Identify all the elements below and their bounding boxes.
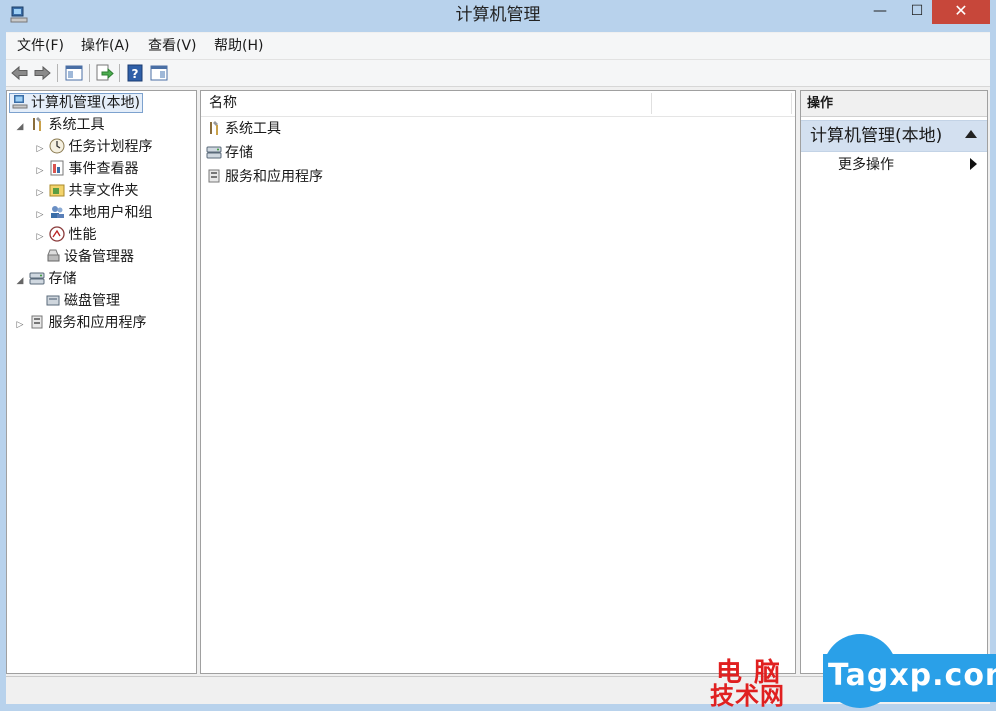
collapsed-arrow-icon[interactable]: ▷ <box>35 204 45 226</box>
console-tree-icon[interactable] <box>64 63 84 83</box>
export-list-icon[interactable] <box>94 63 114 83</box>
tree-item-event-viewer[interactable]: ▷ 事件查看器 <box>9 158 195 180</box>
collapsed-arrow-icon[interactable]: ▷ <box>35 182 45 204</box>
help-icon[interactable]: ? <box>125 63 145 83</box>
more-actions-item[interactable]: 更多操作 <box>838 155 894 175</box>
column-name[interactable]: 名称 <box>209 91 237 116</box>
collapsed-arrow-icon[interactable]: ▷ <box>35 138 45 160</box>
tree-item-label: 本地用户和组 <box>68 205 153 221</box>
tree-item-label: 共享文件夹 <box>68 183 139 199</box>
tree-item-performance[interactable]: ▷ 性能 <box>9 224 195 246</box>
tree-item-services-apps[interactable]: ▷ 服务和应用程序 <box>9 312 195 334</box>
tree-item-disk-management[interactable]: 磁盘管理 <box>9 290 195 312</box>
list-item[interactable]: 系统工具 <box>206 117 786 141</box>
list-item-label: 存储 <box>225 145 253 161</box>
column-header: 名称 <box>201 91 795 117</box>
collapsed-arrow-icon[interactable]: ▷ <box>35 160 45 182</box>
services-icon <box>208 169 220 183</box>
tree-root[interactable]: 计算机管理(本地) <box>9 92 195 114</box>
tree-item-storage[interactable]: ◢ 存储 <box>9 268 195 290</box>
list-item[interactable]: 存储 <box>206 141 786 165</box>
collapse-triangle-icon[interactable] <box>965 130 977 138</box>
storage-icon <box>29 272 45 285</box>
tree-item-local-users[interactable]: ▷ 本地用户和组 <box>9 202 195 224</box>
console-tree: 计算机管理(本地) ◢ 系统工具 ▷ 任务计划程序 ▷ 事件查看器 ▷ 共享文件… <box>9 92 195 334</box>
shared-folder-icon <box>49 184 65 197</box>
tools-icon <box>210 121 218 135</box>
action-pane-icon[interactable] <box>149 63 169 83</box>
list: 系统工具 存储 服务和应用程序 <box>206 117 786 189</box>
action-section-label: 计算机管理(本地) <box>810 126 943 146</box>
maximize-button[interactable]: ☐ <box>903 0 931 24</box>
clock-icon <box>49 138 65 154</box>
forward-arrow-icon[interactable] <box>32 63 52 83</box>
device-manager-icon <box>47 249 60 262</box>
tools-icon <box>33 117 42 131</box>
action-pane[interactable] <box>800 90 988 674</box>
tree-root-label: 计算机管理(本地) <box>31 95 140 111</box>
menu-help[interactable]: 帮助(H) <box>214 33 263 59</box>
tree-item-label: 事件查看器 <box>68 161 139 177</box>
tree-item-label: 任务计划程序 <box>68 139 153 155</box>
action-pane-header: 操作 <box>801 91 987 117</box>
back-arrow-icon[interactable] <box>10 63 30 83</box>
action-pane-title: 操作 <box>807 96 834 111</box>
list-item[interactable]: 服务和应用程序 <box>206 165 786 189</box>
submenu-arrow-icon[interactable] <box>970 158 977 170</box>
collapsed-arrow-icon[interactable]: ▷ <box>15 314 25 336</box>
window-title: 计算机管理 <box>455 5 541 25</box>
tree-item-label: 设备管理器 <box>64 249 134 265</box>
watermark-brand: Tagxp.com <box>828 658 996 693</box>
disk-icon <box>46 295 60 306</box>
tree-item-label: 磁盘管理 <box>64 293 120 309</box>
tree-item-label: 存储 <box>48 271 77 287</box>
tree-item-shared-folders[interactable]: ▷ 共享文件夹 <box>9 180 195 202</box>
close-button[interactable]: ✕ <box>932 0 990 24</box>
minimize-button[interactable]: — <box>858 0 902 24</box>
expanded-arrow-icon[interactable]: ◢ <box>15 116 25 138</box>
action-section[interactable]: 计算机管理(本地) <box>801 120 987 152</box>
menu-bar: 文件(F) 操作(A) 查看(V) 帮助(H) <box>6 33 990 60</box>
event-viewer-icon <box>50 160 64 176</box>
tree-item-label: 服务和应用程序 <box>48 315 147 331</box>
performance-icon <box>49 226 66 242</box>
tree-item-system-tools[interactable]: ◢ 系统工具 <box>9 114 195 136</box>
storage-icon <box>206 146 222 159</box>
tree-item-task-scheduler[interactable]: ▷ 任务计划程序 <box>9 136 195 158</box>
menu-file[interactable]: 文件(F) <box>17 33 64 59</box>
collapsed-arrow-icon[interactable]: ▷ <box>35 226 45 248</box>
list-item-label: 系统工具 <box>225 121 281 137</box>
menu-action[interactable]: 操作(A) <box>81 33 130 59</box>
tree-item-label: 性能 <box>68 227 97 243</box>
list-item-label: 服务和应用程序 <box>225 169 323 185</box>
svg-text:?: ? <box>132 67 139 81</box>
computer-management-icon <box>12 95 28 109</box>
tree-item-label: 系统工具 <box>48 117 105 133</box>
toolbar: ? <box>6 60 990 87</box>
services-icon <box>31 315 43 329</box>
users-icon <box>51 206 65 218</box>
expanded-arrow-icon[interactable]: ◢ <box>15 270 25 292</box>
menu-view[interactable]: 查看(V) <box>148 33 197 59</box>
watermark-line2: 技术网 <box>710 682 785 710</box>
tree-item-device-manager[interactable]: 设备管理器 <box>9 246 195 268</box>
